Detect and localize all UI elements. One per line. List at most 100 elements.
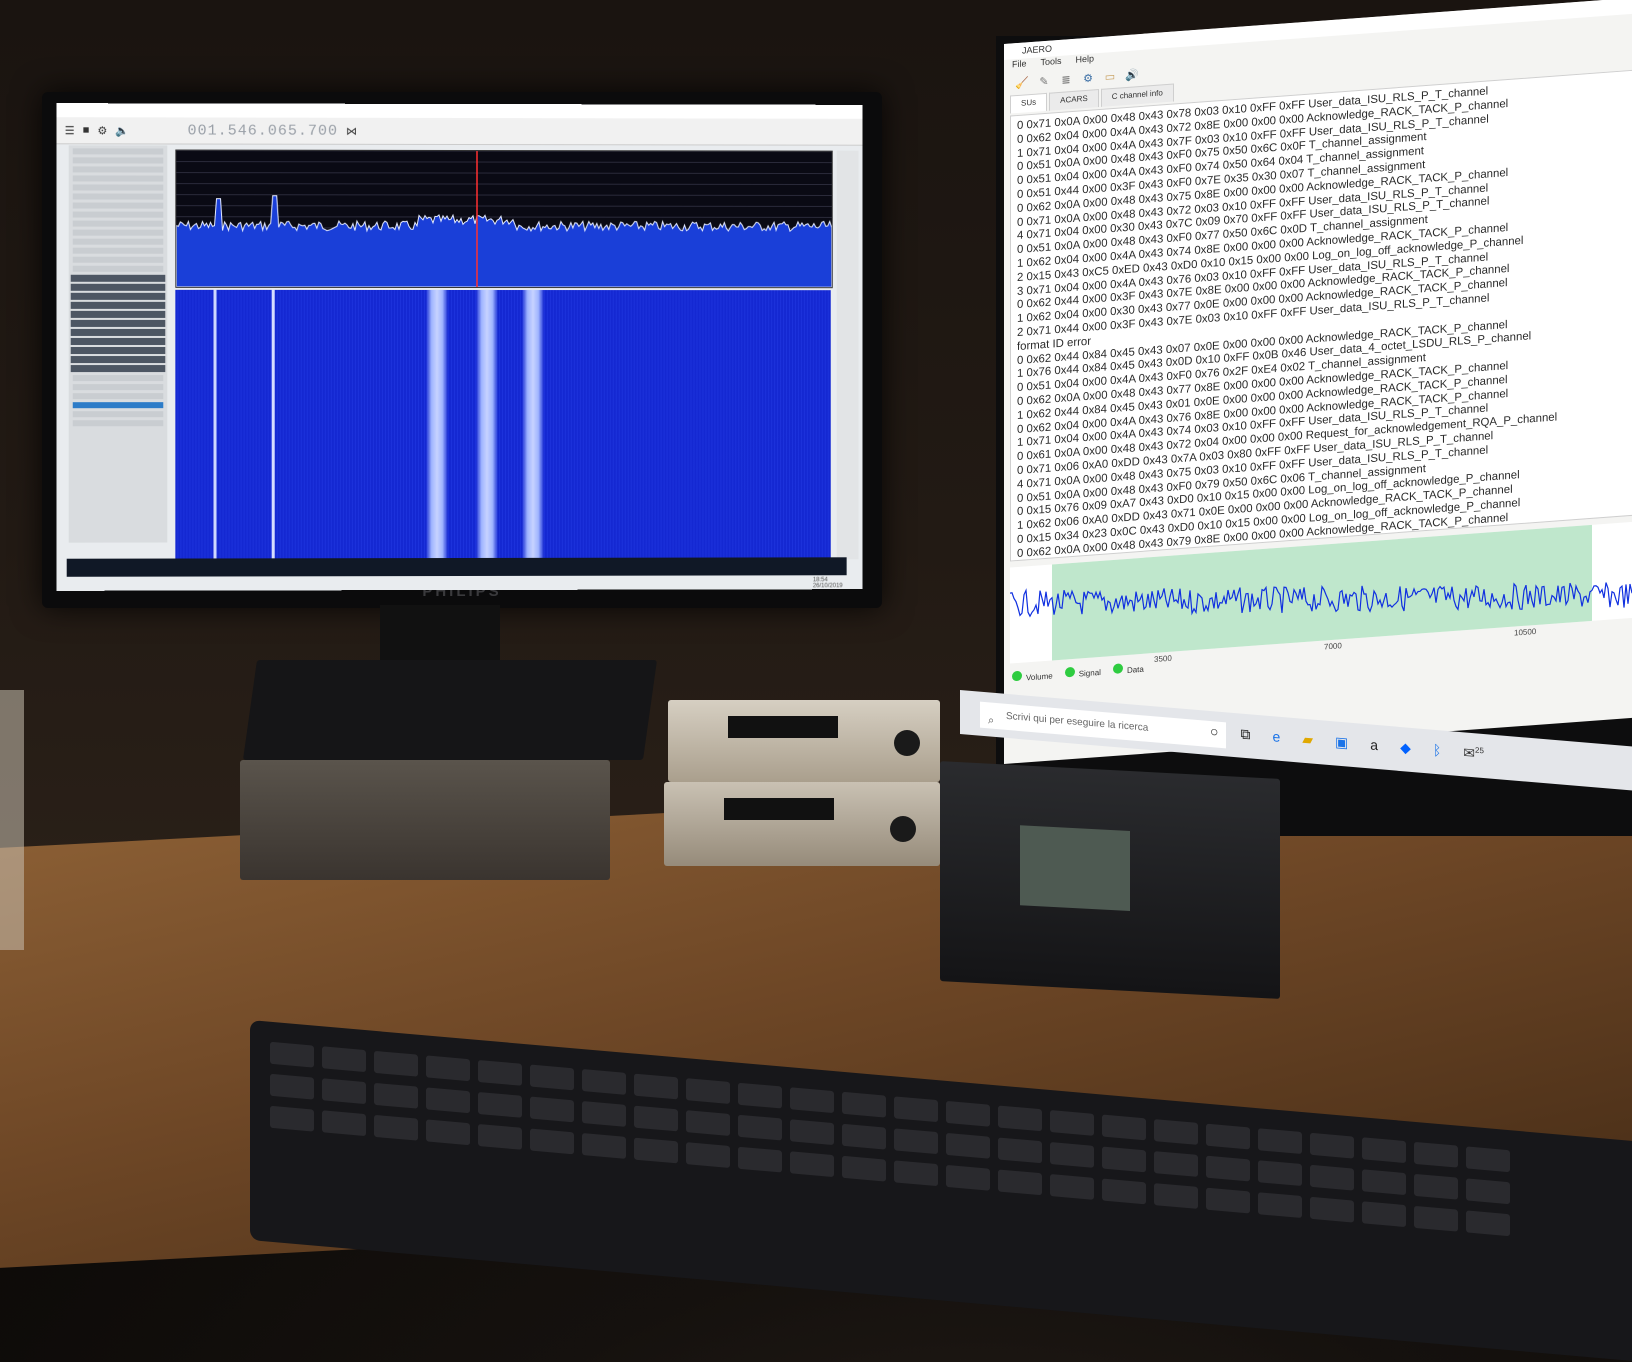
keyboard-key[interactable]: [1310, 1165, 1354, 1191]
keyboard-key[interactable]: [634, 1074, 678, 1100]
keyboard-key[interactable]: [426, 1087, 470, 1113]
keyboard-key[interactable]: [1466, 1146, 1510, 1172]
keyboard-key[interactable]: [686, 1142, 730, 1168]
dropbox-icon[interactable]: ◆: [1400, 739, 1411, 757]
receiver-knob[interactable]: [890, 816, 916, 842]
gear-icon[interactable]: ⚙: [97, 124, 107, 137]
keyboard-key[interactable]: [1154, 1183, 1198, 1209]
keyboard-key[interactable]: [1414, 1174, 1458, 1200]
keyboard-key[interactable]: [1362, 1137, 1406, 1163]
keyboard-key[interactable]: [1206, 1156, 1250, 1182]
keyboard-key[interactable]: [1102, 1147, 1146, 1173]
keyboard-key[interactable]: [1414, 1142, 1458, 1168]
keyboard-key[interactable]: [790, 1119, 834, 1145]
keyboard-key[interactable]: [322, 1046, 366, 1072]
panel-section[interactable]: [71, 293, 166, 300]
panel-section[interactable]: [71, 347, 166, 354]
keyboard-key[interactable]: [270, 1106, 314, 1132]
tune-icon[interactable]: ⋈: [346, 124, 357, 137]
menu-file[interactable]: File: [1012, 58, 1027, 73]
store-icon[interactable]: ▣: [1335, 733, 1348, 751]
edge-icon[interactable]: e: [1272, 728, 1280, 746]
menu-tools[interactable]: Tools: [1041, 56, 1062, 72]
keyboard-key[interactable]: [738, 1115, 782, 1141]
panel-section[interactable]: [71, 275, 166, 282]
keyboard-key[interactable]: [1258, 1128, 1302, 1154]
selected-frequency-row[interactable]: [73, 402, 164, 408]
sdr-side-sliders[interactable]: [837, 151, 859, 560]
keyboard-key[interactable]: [1362, 1169, 1406, 1195]
keyboard-key[interactable]: [1310, 1133, 1354, 1159]
keyboard-key[interactable]: [946, 1133, 990, 1159]
keyboard-key[interactable]: [1102, 1179, 1146, 1205]
tab-acars[interactable]: ACARS: [1049, 89, 1099, 111]
gear-icon[interactable]: ⚙: [1080, 71, 1096, 86]
keyboard-key[interactable]: [1466, 1210, 1510, 1236]
folder-icon[interactable]: ▰: [1302, 731, 1313, 749]
keyboard-key[interactable]: [686, 1078, 730, 1104]
keyboard-key[interactable]: [634, 1138, 678, 1164]
keyboard-key[interactable]: [894, 1096, 938, 1122]
keyboard-key[interactable]: [1258, 1160, 1302, 1186]
keyboard-key[interactable]: [1206, 1124, 1250, 1150]
keyboard-key[interactable]: [842, 1092, 886, 1118]
keyboard-key[interactable]: [894, 1128, 938, 1154]
document-icon[interactable]: ▭: [1102, 70, 1118, 85]
keyboard-key[interactable]: [426, 1119, 470, 1145]
keyboard-key[interactable]: [1154, 1119, 1198, 1145]
list-icon[interactable]: ≣: [1058, 73, 1074, 88]
pen-icon[interactable]: ✎: [1036, 74, 1052, 89]
keyboard-key[interactable]: [1050, 1174, 1094, 1200]
keyboard-key[interactable]: [530, 1096, 574, 1122]
waterfall-display[interactable]: [175, 290, 830, 561]
panel-section[interactable]: [71, 284, 166, 291]
keyboard-key[interactable]: [582, 1101, 626, 1127]
bluetooth-icon[interactable]: ᛒ: [1433, 742, 1441, 760]
panel-section[interactable]: [71, 329, 166, 336]
keyboard-key[interactable]: [478, 1060, 522, 1086]
panel-section[interactable]: [71, 320, 166, 327]
keyboard-key[interactable]: [426, 1055, 470, 1081]
amazon-icon[interactable]: a: [1370, 736, 1378, 754]
keyboard-key[interactable]: [270, 1074, 314, 1100]
keyboard-key[interactable]: [1050, 1110, 1094, 1136]
keyboard-key[interactable]: [374, 1051, 418, 1077]
broom-icon[interactable]: 🧹: [1014, 76, 1030, 91]
su-log[interactable]: 0 0x71 0x0A 0x00 0x48 0x43 0x78 0x03 0x1…: [1010, 70, 1632, 562]
keyboard-key[interactable]: [738, 1083, 782, 1109]
panel-section[interactable]: [71, 311, 166, 318]
keyboard-key[interactable]: [686, 1110, 730, 1136]
keyboard-key[interactable]: [374, 1083, 418, 1109]
keyboard-key[interactable]: [530, 1064, 574, 1090]
keyboard-key[interactable]: [998, 1169, 1042, 1195]
frequency-display[interactable]: 001.546.065.700: [187, 122, 338, 139]
keyboard-key[interactable]: [1258, 1192, 1302, 1218]
keyboard-key[interactable]: [530, 1128, 574, 1154]
keyboard-key[interactable]: [1310, 1197, 1354, 1223]
task-view-icon[interactable]: ⧉: [1240, 726, 1250, 744]
keyboard-key[interactable]: [738, 1147, 782, 1173]
stop-icon[interactable]: ■: [83, 124, 90, 136]
keyboard-key[interactable]: [1414, 1206, 1458, 1232]
keyboard-key[interactable]: [842, 1156, 886, 1182]
panel-section[interactable]: [71, 365, 166, 372]
keyboard-key[interactable]: [634, 1106, 678, 1132]
keyboard-key[interactable]: [998, 1137, 1042, 1163]
keyboard-key[interactable]: [582, 1069, 626, 1095]
keyboard-key[interactable]: [790, 1087, 834, 1113]
keyboard-key[interactable]: [1050, 1142, 1094, 1168]
keyboard-key[interactable]: [946, 1165, 990, 1191]
panel-section[interactable]: [71, 356, 166, 363]
keyboard-key[interactable]: [998, 1105, 1042, 1131]
menu-icon[interactable]: ☰: [65, 124, 75, 137]
panel-section[interactable]: [71, 302, 166, 309]
speaker-icon[interactable]: 🔊: [1124, 68, 1140, 83]
keyboard-key[interactable]: [322, 1078, 366, 1104]
keyboard-key[interactable]: [894, 1160, 938, 1186]
keyboard-key[interactable]: [322, 1110, 366, 1136]
keyboard-key[interactable]: [1154, 1151, 1198, 1177]
keyboard-key[interactable]: [478, 1092, 522, 1118]
mail-icon[interactable]: ✉25: [1463, 744, 1484, 763]
keyboard-key[interactable]: [790, 1151, 834, 1177]
keyboard-key[interactable]: [374, 1115, 418, 1141]
